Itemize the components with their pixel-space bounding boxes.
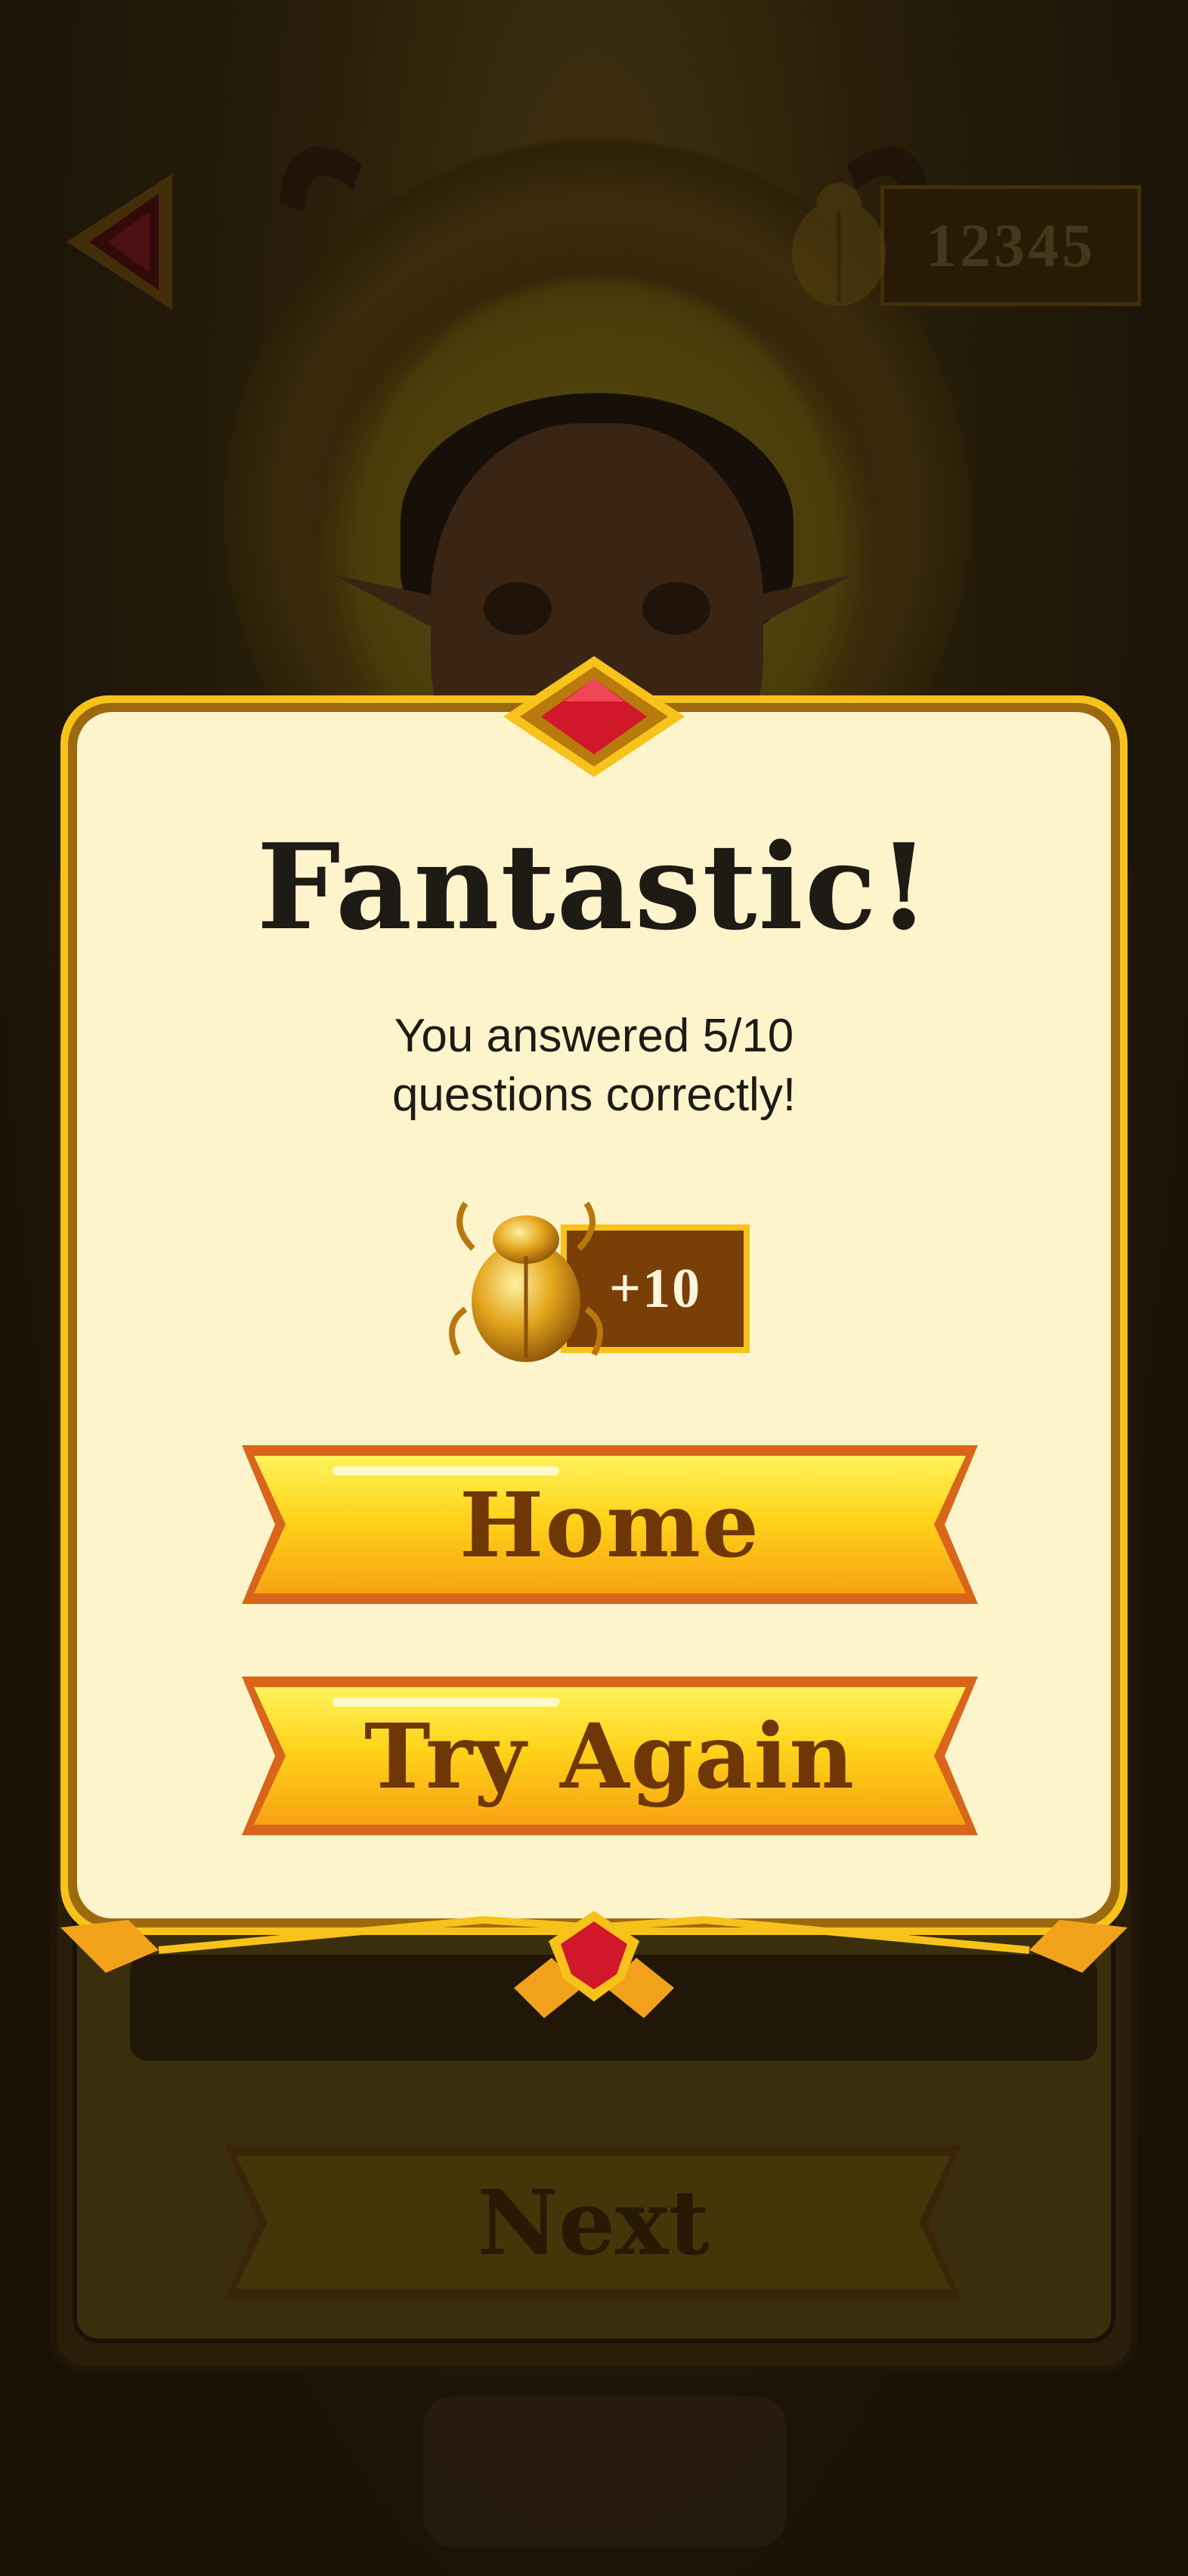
dialog-title: Fantastic! xyxy=(256,818,932,956)
bottom-gold-ornament-icon xyxy=(60,1911,1128,2018)
result-dialog: Fantastic! You answered 5/10 questions c… xyxy=(60,656,1128,2018)
home-button[interactable]: Home xyxy=(242,1436,978,1613)
dialog-card: Fantastic! You answered 5/10 questions c… xyxy=(77,712,1111,1918)
reward-badge: +10 xyxy=(449,1196,833,1362)
result-message: You answered 5/10 questions correctly! xyxy=(77,1007,1111,1125)
reward-value: +10 xyxy=(608,1257,702,1320)
try-again-button[interactable]: Try Again xyxy=(242,1667,978,1844)
scarab-icon xyxy=(449,1201,603,1362)
home-button-label: Home xyxy=(459,1472,761,1577)
game-scene: 12345 Next Fantastic! You answered 5/10 … xyxy=(0,0,1188,2576)
result-message-line-1: You answered 5/10 xyxy=(394,1010,794,1062)
result-message-line-2: questions correctly! xyxy=(391,1069,797,1121)
try-again-button-label: Try Again xyxy=(364,1703,856,1809)
ruby-gem-ornament-icon xyxy=(503,656,685,777)
